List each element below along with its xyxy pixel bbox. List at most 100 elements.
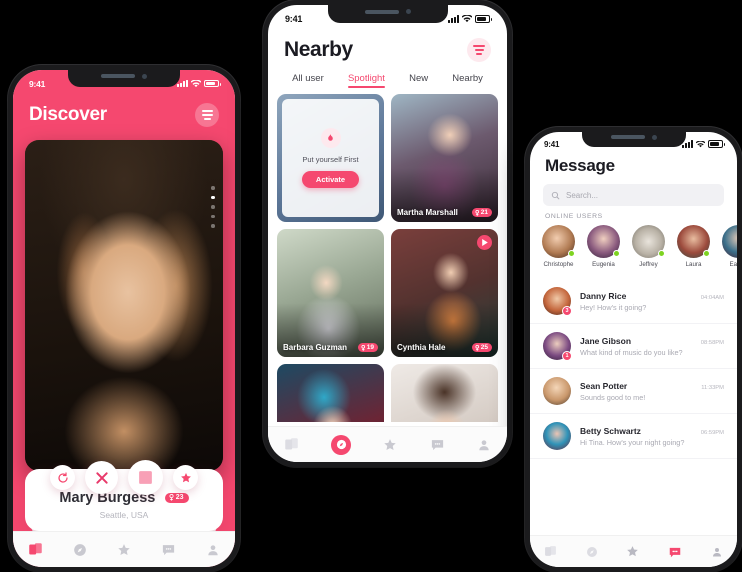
online-user[interactable]: Christophe — [541, 225, 576, 277]
compass-icon — [336, 439, 346, 450]
filter-icon[interactable] — [467, 38, 491, 62]
like-button[interactable] — [128, 460, 163, 495]
promo-card-inner: Put yourself First Activate — [282, 99, 379, 217]
nav-discover[interactable] — [331, 434, 352, 455]
discover-header: Discover — [13, 94, 235, 136]
nav-cards[interactable] — [284, 437, 299, 452]
play-button[interactable] — [477, 235, 492, 250]
star-icon — [118, 543, 130, 555]
flame-badge — [320, 128, 341, 148]
wifi-icon — [696, 140, 705, 147]
nope-button[interactable] — [85, 461, 118, 494]
conversation-row[interactable]: 3 Danny Rice 04:04AM Hey! How's it going… — [530, 279, 737, 324]
avatar — [722, 225, 737, 258]
nav-messages[interactable] — [161, 542, 176, 557]
discover-screen: 9:41 Discover Mary Burgess 23 Seattle, U… — [13, 70, 235, 567]
battery-icon — [475, 15, 492, 23]
chat-icon — [669, 547, 681, 557]
online-dot — [658, 250, 665, 257]
tab-bar: All user Spotlight New Nearby — [268, 68, 507, 93]
conversation-row[interactable]: Betty Schwartz 06:59PM Hi Tina. How's yo… — [530, 414, 737, 459]
nav-profile[interactable] — [206, 543, 220, 557]
avatar — [543, 422, 571, 450]
status-time: 9:41 — [29, 78, 46, 89]
online-user-name: Earl M — [729, 261, 737, 268]
online-user[interactable]: Eugenia — [586, 225, 621, 277]
person-icon — [208, 544, 218, 555]
grid-card-5[interactable] — [277, 364, 384, 422]
unread-badge: 1 — [562, 351, 572, 361]
gender-icon — [475, 209, 479, 216]
bottom-navigation — [530, 535, 737, 567]
conversation-body: Danny Rice 04:04AM Hey! How's it going? — [580, 291, 724, 312]
avatar — [677, 225, 710, 258]
nav-messages[interactable] — [668, 545, 682, 559]
user-name: Cynthia Hale — [397, 343, 446, 352]
online-user[interactable]: Laura — [676, 225, 711, 277]
superstar-button[interactable] — [173, 465, 198, 490]
age-value: 19 — [366, 344, 374, 351]
unread-badge: 3 — [562, 306, 572, 316]
age-badge: 25 — [471, 343, 492, 352]
activate-button[interactable]: Activate — [301, 171, 360, 188]
nav-profile[interactable] — [477, 438, 491, 452]
grid-card-martha[interactable]: Martha Marshall 21 — [391, 94, 498, 222]
page-title: Message — [545, 156, 615, 175]
nav-profile[interactable] — [711, 546, 723, 558]
conversation-body: Sean Potter 11:33PM Sounds good to me! — [580, 381, 724, 402]
tab-all-user[interactable]: All user — [292, 73, 324, 88]
nav-favorites[interactable] — [117, 543, 131, 557]
gender-icon — [475, 344, 479, 351]
nearby-header: Nearby — [268, 31, 507, 69]
tab-spotlight[interactable]: Spotlight — [347, 73, 385, 88]
nav-cards[interactable] — [28, 542, 43, 557]
status-icons — [682, 140, 725, 148]
chat-icon — [162, 545, 175, 556]
online-user[interactable]: Jeffrey — [631, 225, 666, 277]
status-time: 9:41 — [285, 14, 303, 24]
nav-cards[interactable] — [544, 545, 557, 558]
flame-icon — [328, 133, 333, 141]
status-icons — [448, 15, 492, 23]
profile-location: Seattle, USA — [99, 510, 149, 520]
online-user-name: Eugenia — [592, 261, 615, 268]
rewind-button[interactable] — [50, 465, 75, 490]
conversation-row[interactable]: Sean Potter 11:33PM Sounds good to me! — [530, 369, 737, 414]
nav-favorites[interactable] — [383, 438, 397, 452]
bottom-navigation — [13, 531, 235, 567]
conversation-list: 3 Danny Rice 04:04AM Hey! How's it going… — [530, 279, 737, 531]
grid-card-cynthia[interactable]: Cynthia Hale 25 — [391, 229, 498, 357]
user-grid: Put yourself First Activate Martha Marsh… — [277, 94, 498, 422]
contact-name: Jane Gibson — [580, 335, 632, 346]
nav-favorites[interactable] — [626, 545, 639, 558]
mockup-stage: 9:41 Discover Mary Burgess 23 Seattle, U… — [0, 0, 742, 572]
person-icon — [479, 439, 489, 450]
close-icon — [95, 471, 108, 484]
avatar — [543, 377, 571, 405]
online-user[interactable]: Earl M — [721, 225, 737, 277]
conversation-row[interactable]: 1 Jane Gibson 08:58PM What kind of music… — [530, 324, 737, 369]
phone-discover: 9:41 Discover Mary Burgess 23 Seattle, U… — [8, 65, 240, 572]
online-dot — [703, 250, 710, 257]
promo-text: Put yourself First — [302, 155, 359, 164]
tab-new[interactable]: New — [409, 73, 428, 88]
play-icon — [481, 239, 488, 246]
profile-photo — [25, 140, 223, 471]
grid-card-6[interactable] — [391, 364, 498, 422]
swipe-card[interactable] — [25, 140, 223, 471]
tab-nearby[interactable]: Nearby — [452, 73, 483, 88]
notch — [68, 65, 180, 87]
search-input[interactable]: Search... — [543, 184, 724, 206]
page-title: Nearby — [284, 38, 353, 61]
grid-card-barbara[interactable]: Barbara Guzman 19 — [277, 229, 384, 357]
cards-icon — [545, 546, 557, 556]
hamburger-icon[interactable] — [195, 103, 219, 127]
status-time: 9:41 — [544, 139, 560, 149]
search-icon — [551, 191, 560, 199]
online-users-row[interactable]: Christophe Eugenia Jeffrey Laura Earl M — [541, 225, 737, 277]
rewind-icon — [57, 471, 68, 483]
nav-discover[interactable] — [73, 543, 87, 557]
nav-messages[interactable] — [430, 437, 445, 452]
nav-discover[interactable] — [586, 546, 598, 558]
age-badge: 21 — [471, 208, 492, 217]
